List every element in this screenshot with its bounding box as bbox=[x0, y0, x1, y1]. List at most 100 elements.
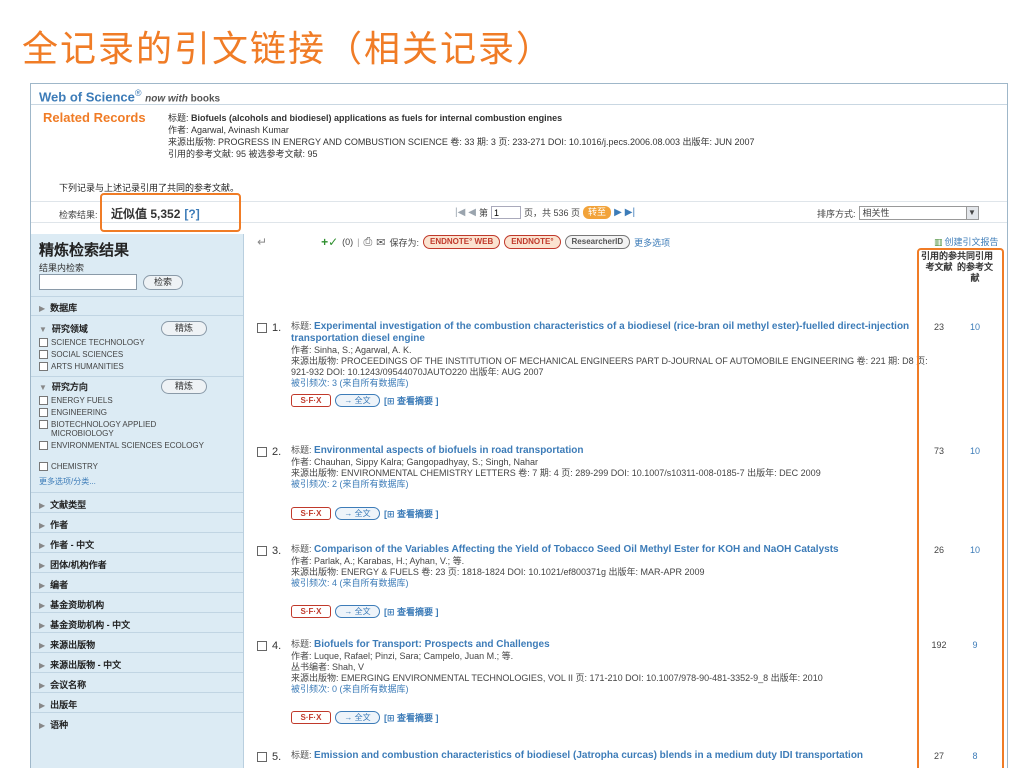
sfx-button[interactable]: S·F·X bbox=[291, 605, 331, 618]
record-title-link[interactable]: Environmental aspects of biofuels in roa… bbox=[314, 445, 583, 456]
collapse-arrow-icon: ▼ bbox=[39, 383, 47, 392]
record-checkbox[interactable] bbox=[257, 546, 267, 556]
sidebar-section[interactable]: ▶ 团体/机构作者 bbox=[39, 558, 107, 571]
filter-checkbox[interactable]: ENERGY FUELS bbox=[39, 396, 113, 405]
record-title-link[interactable]: Experimental investigation of the combus… bbox=[291, 321, 909, 344]
view-abstract-link[interactable]: [⊞ 查看摘要 ] bbox=[384, 394, 439, 407]
sidebar-section[interactable]: ▶ 作者 bbox=[39, 518, 68, 531]
filter-checkbox[interactable]: BIOTECHNOLOGY APPLIED MICROBIOLOGY bbox=[39, 420, 189, 438]
sidebar-section[interactable]: ▶ 作者 - 中文 bbox=[39, 538, 94, 551]
record-checkbox[interactable] bbox=[257, 447, 267, 457]
endnote-button[interactable]: ENDNOTE° bbox=[504, 235, 561, 249]
section-label: 团体/机构作者 bbox=[50, 560, 107, 570]
divider bbox=[31, 315, 243, 316]
refine-direction-button[interactable]: 精炼 bbox=[161, 379, 207, 394]
record-number: 4. bbox=[272, 640, 282, 652]
record-checkbox[interactable] bbox=[257, 323, 267, 333]
sidebar-section[interactable]: ▶ 来源出版物 bbox=[39, 638, 95, 651]
sidebar-section[interactable]: ▶ 语种 bbox=[39, 718, 68, 731]
checkbox[interactable] bbox=[39, 362, 48, 371]
record-times-cited[interactable]: 被引频次: 4 (来自所有数据库) bbox=[291, 578, 931, 589]
filter-checkbox[interactable]: SCIENCE TECHNOLOGY bbox=[39, 338, 145, 347]
record-checkbox[interactable] bbox=[257, 641, 267, 651]
checkbox[interactable] bbox=[39, 396, 48, 405]
sfx-button[interactable]: S·F·X bbox=[291, 711, 331, 724]
sidebar-section[interactable]: ▶ 文献类型 bbox=[39, 498, 86, 511]
more-options-link[interactable]: 更多选项 bbox=[634, 236, 670, 249]
filter-checkbox[interactable]: ENGINEERING bbox=[39, 408, 107, 417]
record-title-link[interactable]: Biofuels for Transport: Prospects and Ch… bbox=[314, 639, 550, 650]
wos-window: Web of Science® now with books Related R… bbox=[30, 83, 1008, 768]
record-title-link[interactable]: Emission and combustion characteristics … bbox=[314, 750, 863, 761]
filter-checkbox[interactable]: ENVIRONMENTAL SCIENCES ECOLOGY bbox=[39, 441, 209, 450]
sidebar-section[interactable]: ▶ 出版年 bbox=[39, 698, 77, 711]
last-page-icon[interactable]: ▶| bbox=[625, 207, 635, 218]
record-checkbox[interactable] bbox=[257, 752, 267, 762]
filter-checkbox[interactable]: SOCIAL SCIENCES bbox=[39, 350, 123, 359]
citation-report-link[interactable]: ▥ 创建引文报告 bbox=[934, 235, 999, 248]
filter-label: BIOTECHNOLOGY APPLIED MICROBIOLOGY bbox=[51, 420, 157, 438]
record-times-cited[interactable]: 被引频次: 3 (来自所有数据库) bbox=[291, 378, 931, 389]
record-number: 2. bbox=[272, 446, 282, 458]
brand-name[interactable]: Web of Science bbox=[39, 89, 135, 104]
email-icon[interactable]: ✉ bbox=[376, 236, 385, 249]
return-arrow-icon[interactable]: ↵ bbox=[257, 235, 267, 249]
prev-page-icon[interactable]: ◀ bbox=[468, 207, 476, 218]
full-text-button[interactable]: → 全文 bbox=[335, 711, 380, 724]
sort-label: 排序方式: bbox=[817, 208, 856, 219]
sort-select[interactable]: 相关性 ▼ bbox=[858, 206, 979, 220]
full-text-button[interactable]: → 全文 bbox=[335, 394, 380, 407]
checkbox[interactable] bbox=[39, 408, 48, 417]
checkbox[interactable] bbox=[39, 420, 48, 429]
record-title-link[interactable]: Comparison of the Variables Affecting th… bbox=[314, 544, 839, 555]
expand-arrow-icon: ▶ bbox=[39, 501, 46, 510]
researcherid-button[interactable]: ResearcherID bbox=[564, 235, 631, 249]
sidebar-section-database[interactable]: ▶ 数据库 bbox=[39, 301, 77, 314]
highlight-approx-count bbox=[100, 193, 241, 232]
view-abstract-link[interactable]: [⊞ 查看摘要 ] bbox=[384, 507, 439, 520]
endnote-web-button[interactable]: ENDNOTE° WEB bbox=[423, 235, 501, 249]
sidebar-section[interactable]: ▶ 会议名称 bbox=[39, 678, 86, 691]
sfx-button[interactable]: S·F·X bbox=[291, 507, 331, 520]
next-page-icon[interactable]: ▶ bbox=[614, 207, 622, 218]
checkbox[interactable] bbox=[39, 350, 48, 359]
record-source: 来源出版物: ENVIRONMENTAL CHEMISTRY LETTERS 卷… bbox=[291, 468, 821, 478]
divider bbox=[31, 572, 243, 573]
record-times-cited[interactable]: 被引频次: 0 (来自所有数据库) bbox=[291, 684, 931, 695]
sidebar-section[interactable]: ▶ 基金资助机构 bbox=[39, 598, 104, 611]
checkbox[interactable] bbox=[39, 338, 48, 347]
full-text-button[interactable]: → 全文 bbox=[335, 605, 380, 618]
sidebar-section[interactable]: ▶ 基金资助机构 - 中文 bbox=[39, 618, 130, 631]
record-times-cited[interactable]: 被引频次: 2 (来自所有数据库) bbox=[291, 479, 931, 490]
brand-tail-bold: books bbox=[190, 93, 221, 105]
source-record: 标题: Biofuels (alcohols and biodiesel) ap… bbox=[168, 112, 755, 160]
expand-arrow-icon: ▶ bbox=[39, 521, 46, 530]
view-abstract-link[interactable]: [⊞ 查看摘要 ] bbox=[384, 711, 439, 724]
checkbox[interactable] bbox=[39, 462, 48, 471]
view-abstract-link[interactable]: [⊞ 查看摘要 ] bbox=[384, 605, 439, 618]
sidebar-section[interactable]: ▶ 来源出版物 - 中文 bbox=[39, 658, 121, 671]
go-button[interactable]: 转至 bbox=[583, 206, 612, 219]
sidebar-section-research-area[interactable]: ▼ 研究领域 bbox=[39, 322, 88, 335]
search-within-input[interactable] bbox=[39, 274, 137, 290]
print-icon[interactable]: ⎙ bbox=[363, 236, 372, 249]
first-page-icon[interactable]: |◀ bbox=[455, 207, 465, 218]
expand-arrow-icon: ▶ bbox=[39, 701, 46, 710]
record-number: 1. bbox=[272, 322, 282, 334]
add-to-marked-list-icon[interactable]: +✓ bbox=[321, 235, 338, 249]
page-number-input[interactable] bbox=[491, 206, 522, 219]
full-text-button[interactable]: → 全文 bbox=[335, 507, 380, 520]
search-within-button[interactable]: 检索 bbox=[143, 275, 183, 290]
filter-checkbox[interactable]: ARTS HUMANITIES bbox=[39, 362, 124, 371]
record-editors: 丛书编者: Shah, V bbox=[291, 662, 365, 672]
checkbox[interactable] bbox=[39, 441, 48, 450]
more-options-link[interactable]: 更多选项/分类... bbox=[39, 476, 96, 487]
expand-arrow-icon: ▶ bbox=[39, 304, 46, 313]
divider bbox=[31, 592, 243, 593]
refine-area-button[interactable]: 精炼 bbox=[161, 321, 207, 336]
sidebar-section[interactable]: ▶ 编者 bbox=[39, 578, 68, 591]
filter-checkbox[interactable]: CHEMISTRY bbox=[39, 462, 98, 471]
sfx-button[interactable]: S·F·X bbox=[291, 394, 331, 407]
sidebar-section-research-direction[interactable]: ▼ 研究方向 bbox=[39, 380, 88, 393]
record-actions: S·F·X → 全文 [⊞ 查看摘要 ] bbox=[291, 394, 439, 407]
